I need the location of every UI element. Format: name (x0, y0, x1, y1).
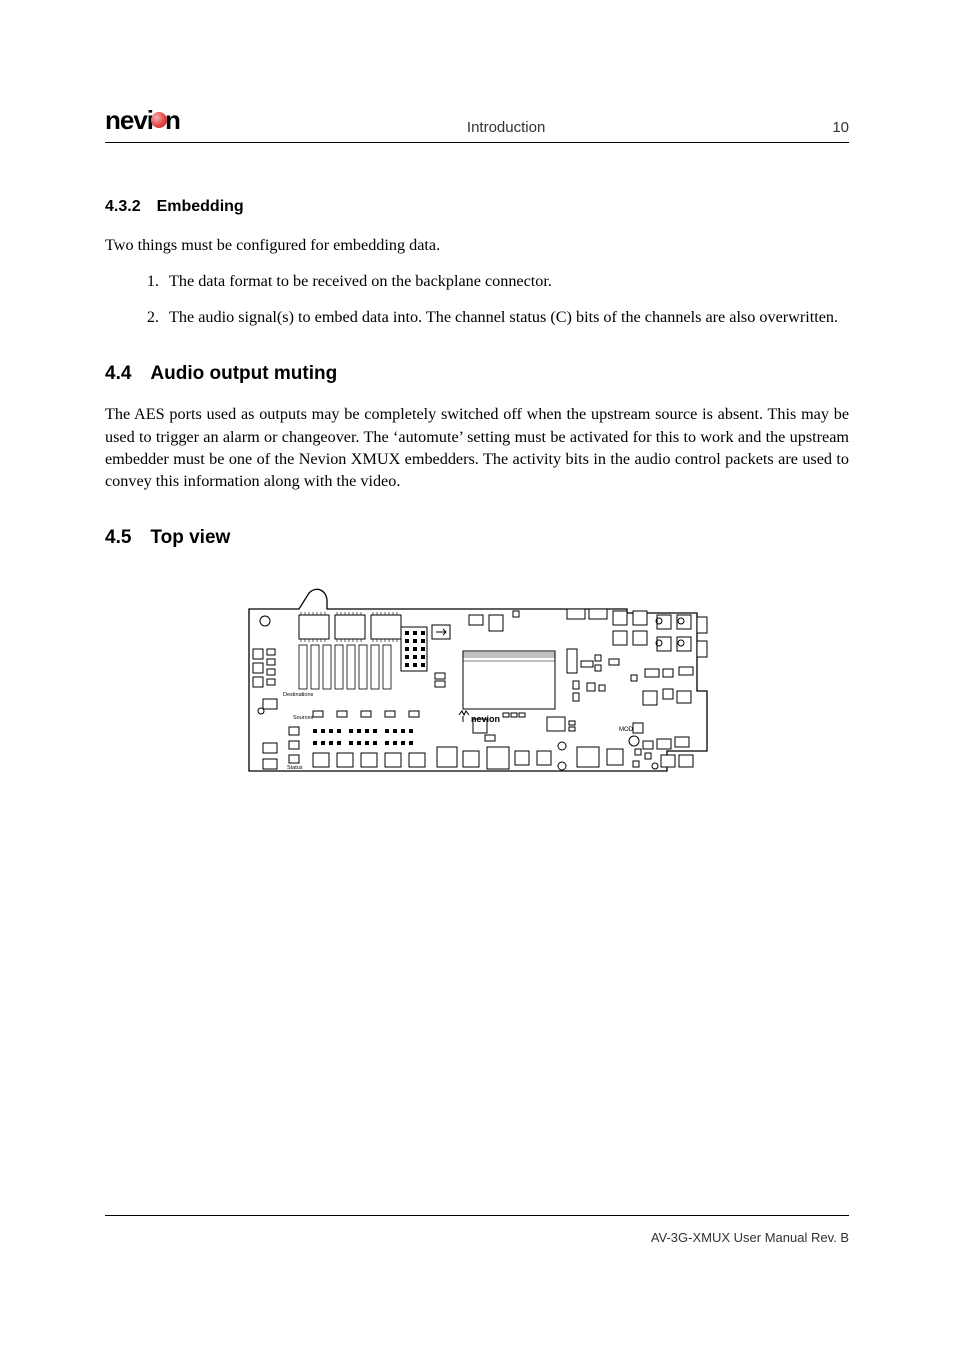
intro-paragraph-4-3-2: Two things must be configured for embedd… (105, 234, 849, 256)
header-page-number: 10 (832, 119, 849, 136)
heading-4-4: 4.4 Audio output muting (105, 363, 849, 385)
heading-4-3-2: 4.3.2 Embedding (105, 198, 849, 216)
figure-brand-text: nevion (471, 714, 500, 724)
body-paragraph-4-4: The AES ports used as outputs may be com… (105, 403, 849, 492)
page-footer: AV-3G-XMUX User Manual Rev. B (105, 1215, 849, 1245)
top-view-figure: nevion (105, 571, 849, 781)
logo-text-right: n (165, 105, 180, 136)
list-item: The audio signal(s) to embed data into. … (163, 306, 849, 329)
figure-label-sources: Sources (293, 715, 313, 721)
page-header: nevi n Introduction 10 (105, 105, 849, 143)
figure-label-status: Status (287, 765, 303, 771)
pcb-board-icon: nevion (237, 571, 717, 781)
list-item: The data format to be received on the ba… (163, 270, 849, 293)
embedding-requirements-list: The data format to be received on the ba… (105, 270, 849, 329)
logo-dot-icon (151, 112, 167, 128)
logo-text-left: nevi (105, 105, 153, 136)
figure-label-mod: MOD (619, 727, 634, 733)
footer-text: AV-3G-XMUX User Manual Rev. B (651, 1230, 849, 1245)
figure-label-destinations: Destinations (283, 692, 314, 698)
header-section-name: Introduction (467, 119, 545, 136)
brand-logo: nevi n (105, 105, 180, 136)
page-content: 4.3.2 Embedding Two things must be confi… (105, 143, 849, 781)
heading-4-5: 4.5 Top view (105, 527, 849, 549)
